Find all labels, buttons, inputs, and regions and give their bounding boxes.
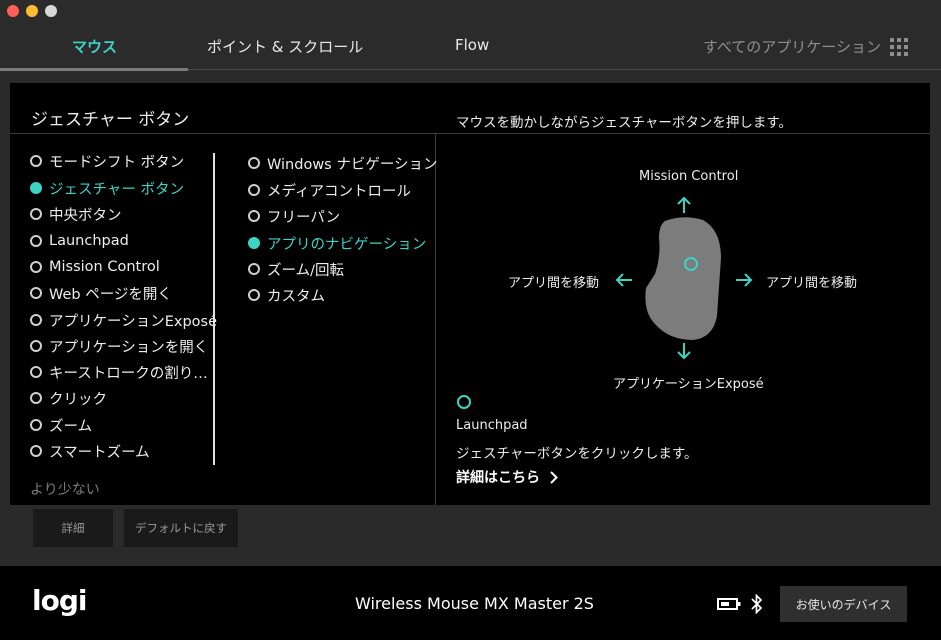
option-label: ズーム/回転 (267, 262, 344, 279)
option-smart-zoom[interactable]: スマートズーム (30, 440, 150, 462)
bluetooth-icon (751, 594, 763, 614)
battery-icon (717, 598, 741, 610)
radio-icon (30, 261, 42, 273)
gesture-instruction: マウスを動かしながらジェスチャーボタンを押します。 (456, 115, 793, 131)
tab-mouse[interactable]: マウス (72, 36, 117, 57)
option-mode-shift-button[interactable]: モードシフト ボタン (30, 150, 184, 172)
gesture-up-label: Mission Control (639, 169, 739, 184)
divider (435, 134, 436, 505)
top-navigation: マウス ポイント & スクロール Flow すべてのアプリケーション (0, 22, 941, 71)
option-label: アプリケーションExposé (49, 313, 218, 330)
option-label: 中央ボタン (49, 207, 122, 224)
device-name: Wireless Mouse MX Master 2S (355, 594, 594, 613)
logi-logo: logi (32, 584, 87, 617)
radio-icon (30, 366, 42, 378)
restore-defaults-button[interactable]: デフォルトに戻す (124, 509, 238, 547)
option-launchpad[interactable]: Launchpad (30, 230, 129, 252)
details-button[interactable]: 詳細 (33, 509, 113, 547)
gesture-left-label: アプリ間を移動 (508, 276, 600, 291)
option-label: Web ページを開く (49, 286, 172, 303)
radio-selected-icon (30, 182, 42, 194)
option-zoom-rotate[interactable]: ズーム/回転 (248, 258, 344, 280)
option-label: メディアコントロール (267, 183, 411, 200)
gesture-down-label: アプリケーションExposé (613, 377, 764, 392)
radio-icon (30, 340, 42, 352)
option-label: アプリケーションを開く (49, 339, 209, 356)
option-label: ズーム (49, 418, 93, 435)
option-label: Mission Control (49, 259, 160, 275)
radio-icon (30, 392, 42, 404)
option-label: アプリのナビゲーション (267, 236, 427, 253)
chevron-right-icon (550, 470, 558, 484)
option-open-application[interactable]: アプリケーションを開く (30, 335, 208, 357)
radio-selected-icon (248, 237, 260, 249)
option-mission-control[interactable]: Mission Control (30, 256, 160, 278)
radio-icon (248, 263, 260, 275)
option-zoom[interactable]: ズーム (30, 414, 92, 436)
gesture-button-panel: ジェスチャー ボタン モードシフト ボタン ジェスチャー ボタン 中央ボタン L… (10, 83, 930, 505)
close-window-button[interactable] (7, 5, 19, 17)
option-label: カスタム (267, 288, 325, 305)
option-app-navigation[interactable]: アプリのナビゲーション (248, 232, 426, 254)
option-gesture-button[interactable]: ジェスチャー ボタン (30, 177, 184, 199)
tab-point-scroll[interactable]: ポイント & スクロール (207, 36, 363, 57)
learn-more-link[interactable]: 詳細はこちら (456, 467, 558, 487)
title-bar (0, 0, 941, 22)
option-middle-button[interactable]: 中央ボタン (30, 203, 122, 225)
radio-icon (248, 210, 260, 222)
divider (10, 133, 930, 134)
arrow-down-icon (677, 343, 691, 360)
zoom-window-button[interactable] (45, 5, 57, 17)
option-label: ジェスチャー ボタン (49, 181, 184, 198)
learn-more-label: 詳細はこちら (456, 470, 540, 486)
grid-icon[interactable] (890, 38, 908, 56)
option-label: スマートズーム (49, 444, 150, 461)
active-tab-indicator (0, 68, 188, 71)
arrow-left-icon (615, 273, 632, 287)
option-custom[interactable]: カスタム (248, 284, 325, 306)
click-action-description: ジェスチャーボタンをクリックします。 (456, 446, 698, 462)
minimize-window-button[interactable] (26, 5, 38, 17)
radio-icon (30, 419, 42, 431)
radio-icon (30, 155, 42, 167)
radio-icon (248, 157, 260, 169)
click-action-title: Launchpad (456, 418, 528, 433)
option-windows-navigation[interactable]: Windows ナビゲーション (248, 152, 438, 174)
tab-flow[interactable]: Flow (455, 36, 489, 54)
option-free-pan[interactable]: フリーパン (248, 205, 340, 227)
option-label: フリーパン (267, 209, 341, 226)
option-keystroke-assignment[interactable]: キーストロークの割り… (30, 361, 208, 383)
arrow-up-icon (677, 196, 691, 213)
radio-icon (248, 289, 260, 301)
option-media-control[interactable]: メディアコントロール (248, 179, 411, 201)
arrow-right-icon (736, 273, 753, 287)
show-less-link[interactable]: より少ない (30, 479, 100, 499)
option-label: モードシフト ボタン (49, 154, 185, 171)
option-label: クリック (49, 391, 107, 408)
panel-title: ジェスチャー ボタン (31, 110, 190, 130)
your-devices-button[interactable]: お使いのデバイス (780, 586, 907, 622)
gesture-right-label: アプリ間を移動 (766, 276, 858, 291)
radio-icon (30, 208, 42, 220)
all-applications-link[interactable]: すべてのアプリケーション (703, 36, 881, 57)
option-label: Launchpad (49, 233, 129, 249)
radio-icon (248, 184, 260, 196)
radio-icon (30, 445, 42, 457)
click-action-indicator (457, 395, 471, 409)
option-click[interactable]: クリック (30, 387, 107, 409)
mouse-illustration (645, 217, 721, 340)
option-open-web-page[interactable]: Web ページを開く (30, 282, 172, 304)
radio-icon (30, 314, 42, 326)
option-application-expose[interactable]: アプリケーションExposé (30, 309, 217, 331)
option-label: Windows ナビゲーション (267, 156, 438, 173)
radio-icon (30, 235, 42, 247)
footer: logi Wireless Mouse MX Master 2S お使いのデバイ… (0, 566, 941, 640)
option-label: キーストロークの割り… (49, 365, 208, 382)
radio-icon (30, 287, 42, 299)
